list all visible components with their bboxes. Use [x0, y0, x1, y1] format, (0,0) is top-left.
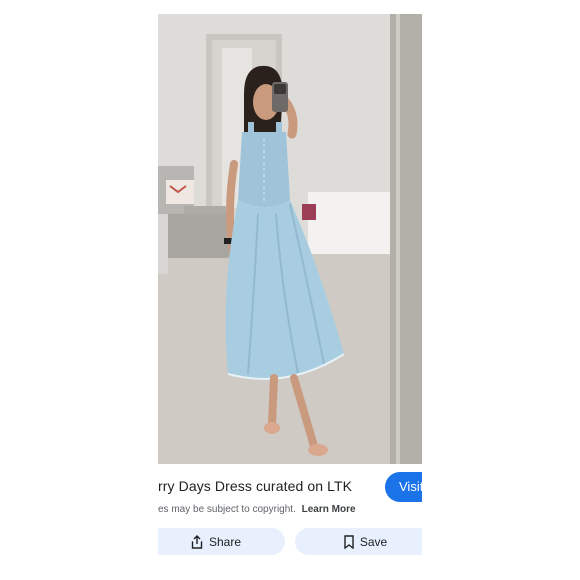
result-image[interactable]: [158, 14, 422, 464]
save-button[interactable]: Save: [295, 528, 422, 555]
share-label: Share: [208, 534, 242, 549]
share-button[interactable]: Share: [158, 528, 285, 555]
image-viewer: rry Days Dress curated on LTK Visit es m…: [158, 0, 422, 580]
learn-more-link[interactable]: Learn More: [302, 504, 356, 515]
copyright-text: es may be subject to copyright.: [158, 504, 296, 515]
bookmark-icon: [343, 534, 355, 549]
share-icon: [190, 534, 204, 549]
visit-button[interactable]: Visit: [385, 472, 422, 502]
result-title[interactable]: rry Days Dress curated on LTK: [158, 478, 352, 494]
copyright-notice: es may be subject to copyright. Learn Mo…: [158, 504, 356, 515]
save-label: Save: [359, 534, 388, 549]
